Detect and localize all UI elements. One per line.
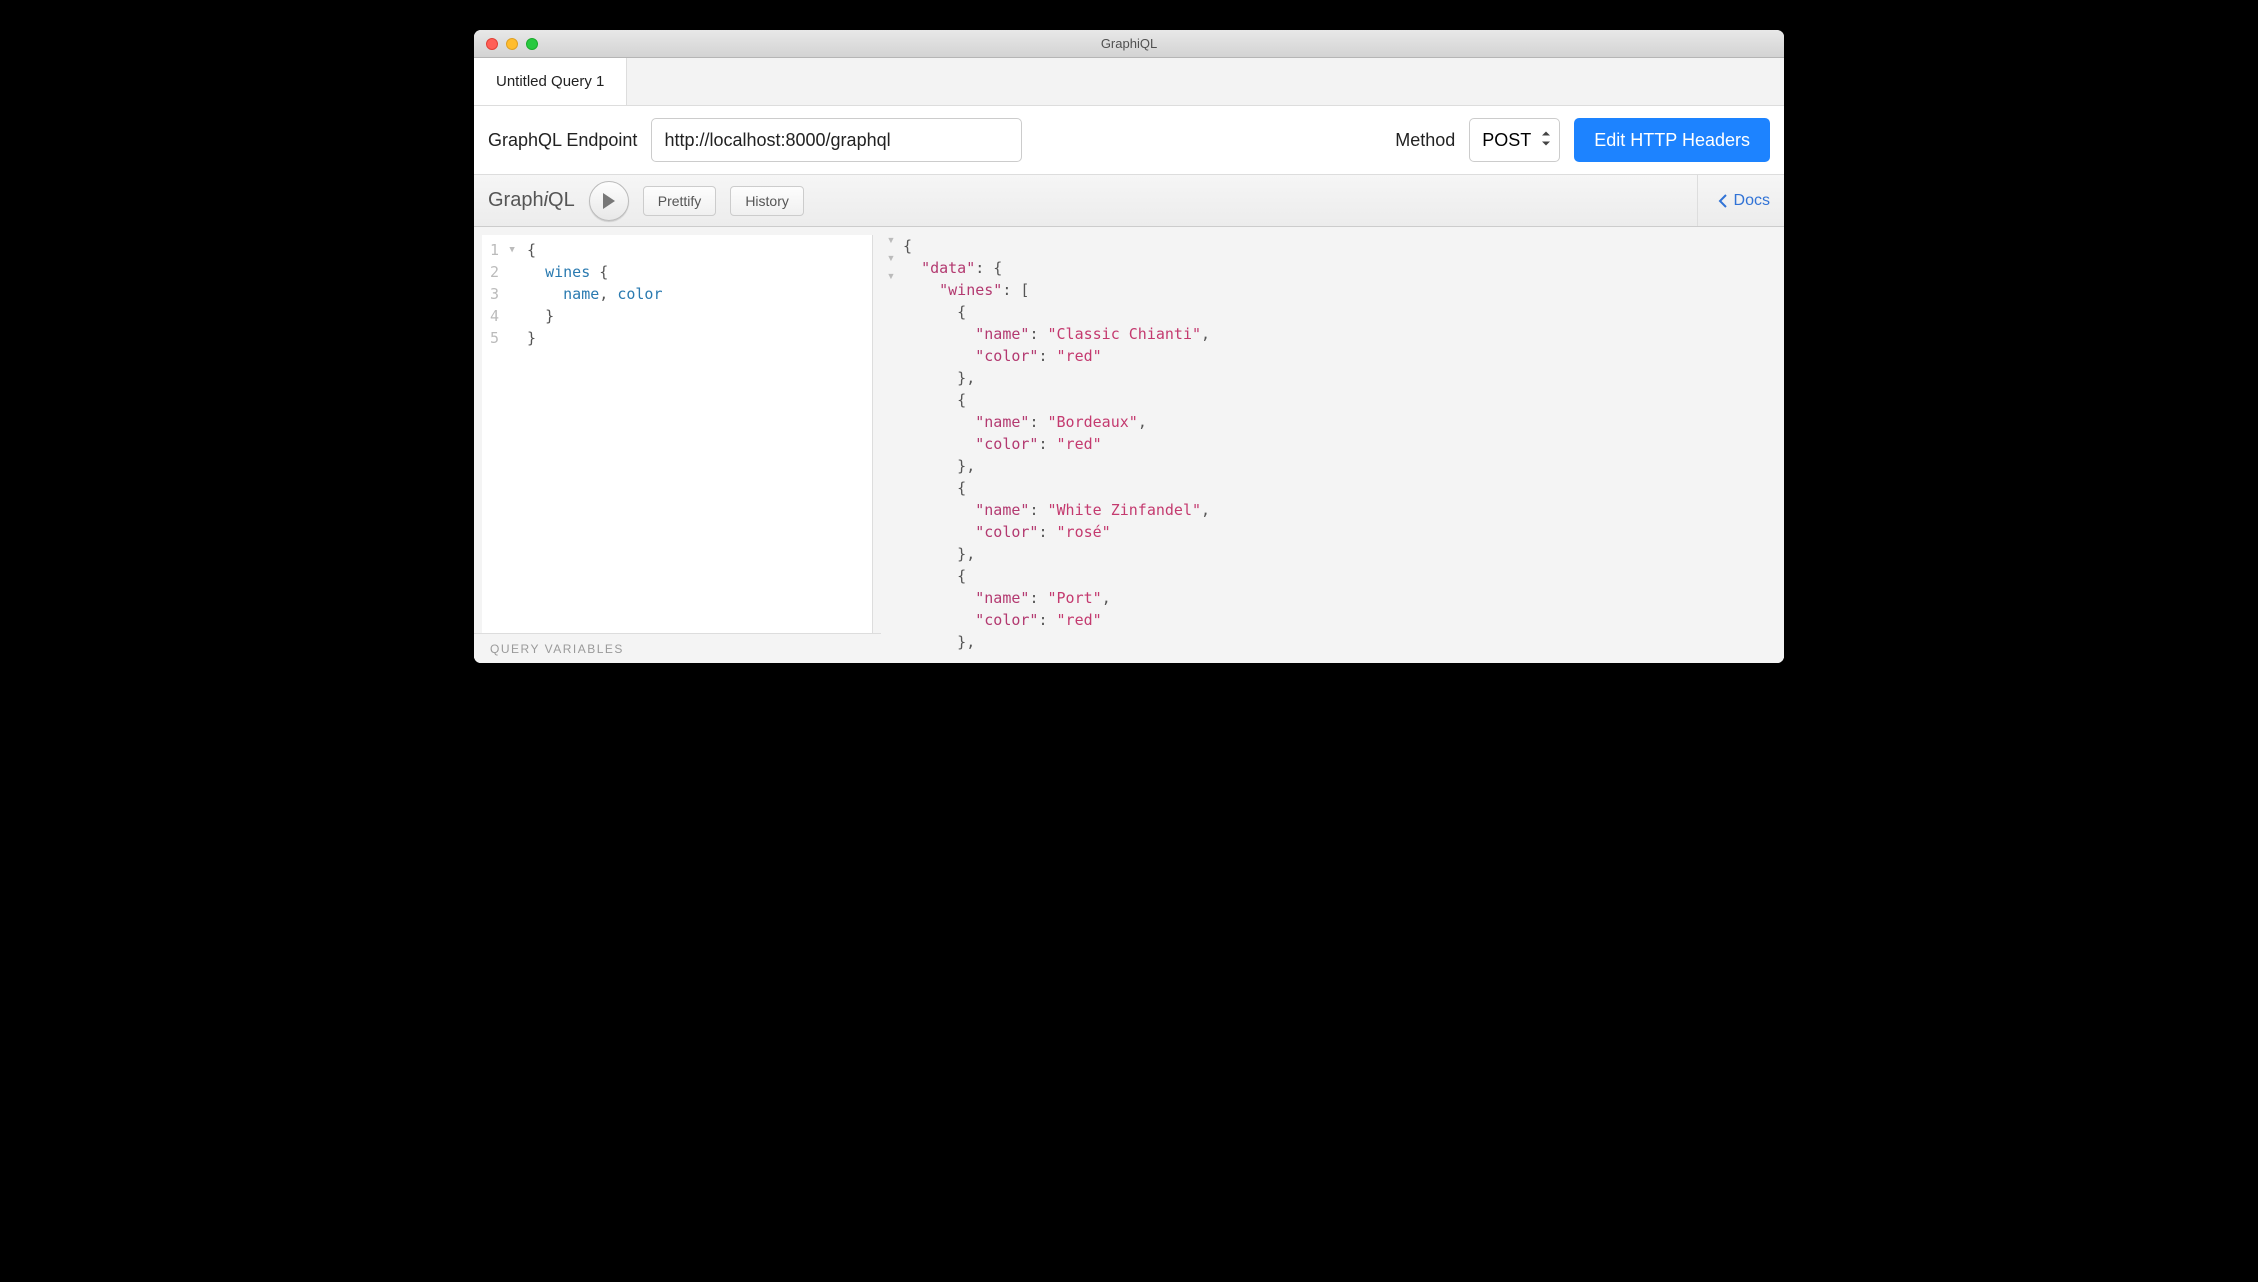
prettify-button[interactable]: Prettify: [643, 186, 717, 216]
window-title: GraphiQL: [474, 36, 1784, 51]
line-number: 4: [490, 305, 499, 327]
result-line: "name": "Port",: [903, 587, 1776, 609]
result-line: "color": "red": [903, 433, 1776, 455]
result-line: "data": {: [903, 257, 1776, 279]
result-line: {: [903, 301, 1776, 323]
result-line: {: [903, 235, 1776, 257]
result-line: "color": "red": [903, 345, 1776, 367]
tab-label: Untitled Query 1: [496, 73, 604, 90]
result-line: },: [903, 631, 1776, 653]
fold-gutter: ▼: [505, 235, 519, 633]
result-line: },: [903, 543, 1776, 565]
titlebar: GraphiQL: [474, 30, 1784, 58]
execute-button[interactable]: [589, 181, 629, 221]
line-number: 3: [490, 283, 499, 305]
method-select[interactable]: POST: [1469, 118, 1560, 162]
docs-toggle[interactable]: Docs: [1697, 175, 1770, 226]
result-line: },: [903, 455, 1776, 477]
endpoint-toolbar: GraphQL Endpoint Method POST Edit HTTP H…: [474, 106, 1784, 175]
graphiql-toolbar: GraphiQL Prettify History Docs: [474, 175, 1784, 227]
fold-marker: [505, 305, 519, 327]
line-number: 1: [490, 239, 499, 261]
tabs-bar: Untitled Query 1: [474, 58, 1784, 106]
graphiql-logo: GraphiQL: [488, 189, 575, 212]
fold-caret-icon: ▼: [887, 253, 896, 263]
fold-marker: [505, 261, 519, 283]
query-editor[interactable]: 12345 ▼ { wines { name, color }}: [482, 235, 873, 633]
minimize-icon[interactable]: [506, 38, 518, 50]
endpoint-label: GraphQL Endpoint: [488, 130, 637, 151]
result-line: {: [903, 565, 1776, 587]
edit-http-headers-button[interactable]: Edit HTTP Headers: [1574, 118, 1770, 162]
app-window: GraphiQL Untitled Query 1 GraphQL Endpoi…: [474, 30, 1784, 663]
code-line: name, color: [527, 283, 662, 305]
fold-marker: [505, 327, 519, 349]
code-line: wines {: [527, 261, 662, 283]
method-label: Method: [1395, 130, 1455, 151]
code-line: }: [527, 327, 662, 349]
line-number: 5: [490, 327, 499, 349]
line-number: 2: [490, 261, 499, 283]
fold-marker: [505, 283, 519, 305]
result-line: "name": "Classic Chianti",: [903, 323, 1776, 345]
fold-caret-icon: ▼: [887, 235, 896, 245]
result-line: "name": "Bordeaux",: [903, 411, 1776, 433]
code-line: {: [527, 239, 662, 261]
chevron-left-icon: [1718, 194, 1728, 208]
tab-untitled-query-1[interactable]: Untitled Query 1: [474, 58, 627, 105]
line-gutter: 12345: [482, 235, 505, 633]
query-variables-header[interactable]: QUERY VARIABLES: [474, 633, 881, 663]
method-select-value: POST: [1482, 130, 1531, 151]
result-line: "name": "White Zinfandel",: [903, 499, 1776, 521]
play-icon: [602, 193, 616, 209]
fold-marker: ▼: [505, 239, 519, 261]
result-line: },: [903, 367, 1776, 389]
code-line: }: [527, 305, 662, 327]
close-icon[interactable]: [486, 38, 498, 50]
query-code[interactable]: { wines { name, color }}: [519, 235, 670, 633]
window-controls: [474, 38, 538, 50]
fold-caret-icon: ▼: [887, 271, 896, 281]
docs-label: Docs: [1734, 192, 1770, 210]
endpoint-input[interactable]: [651, 118, 1022, 162]
query-pane: 12345 ▼ { wines { name, color }} QUERY V…: [474, 227, 881, 663]
editor-split: 12345 ▼ { wines { name, color }} QUERY V…: [474, 227, 1784, 663]
pane-splitter[interactable]: ▼ ▼ ▼: [881, 227, 901, 663]
result-line: "wines": [: [903, 279, 1776, 301]
result-pane: { "data": { "wines": [ { "name": "Classi…: [901, 227, 1784, 663]
history-button[interactable]: History: [730, 186, 804, 216]
result-line: "color": "rosé": [903, 521, 1776, 543]
result-line: "color": "red": [903, 609, 1776, 631]
result-line: {: [903, 389, 1776, 411]
result-line: {: [903, 477, 1776, 499]
chevron-updown-icon: [1541, 130, 1551, 151]
zoom-icon[interactable]: [526, 38, 538, 50]
